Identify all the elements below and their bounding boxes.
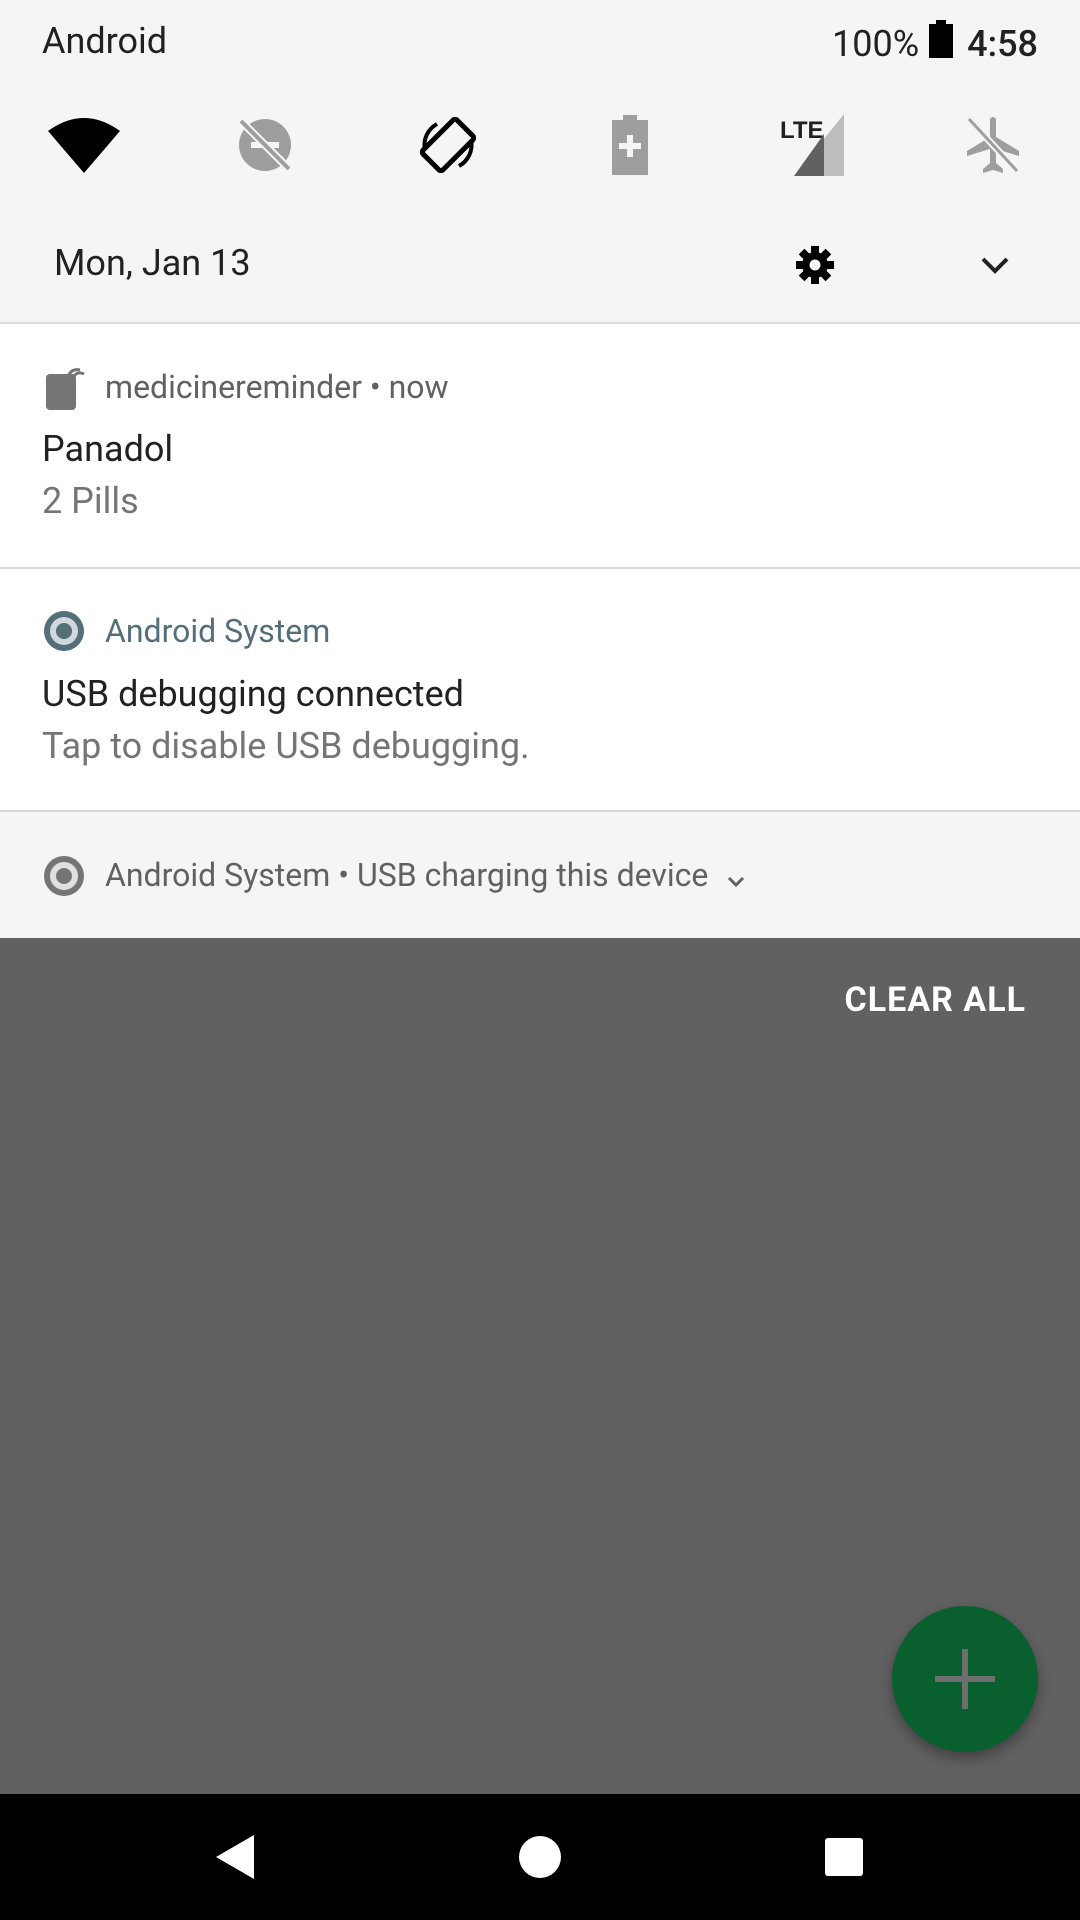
airplane-icon <box>966 116 1020 174</box>
lte-signal-icon: LTE <box>780 114 844 176</box>
overview-button[interactable] <box>814 1827 874 1887</box>
expand-quick-settings-button[interactable] <box>970 240 1020 290</box>
gear-icon <box>796 246 834 284</box>
home-icon <box>519 1836 561 1878</box>
notification-time: now <box>388 368 449 406</box>
header-separator: • <box>338 856 350 894</box>
navigation-bar <box>0 1794 1080 1920</box>
header-separator: • <box>369 368 381 406</box>
quick-settings-tiles: LTE <box>0 105 1080 185</box>
dnd-off-icon <box>238 118 292 172</box>
date-label: Mon, Jan 13 <box>54 242 251 284</box>
plus-icon <box>935 1649 995 1709</box>
back-button[interactable] <box>206 1827 266 1887</box>
status-right: 100% 4:58 <box>832 20 1038 67</box>
settings-button[interactable] <box>790 240 840 290</box>
chevron-down-icon <box>728 876 745 887</box>
notification-app-name: Android System <box>105 856 331 894</box>
notification-header: medicinereminder • now <box>105 368 449 406</box>
chevron-down-icon <box>981 257 1009 274</box>
notification-title: Panadol <box>42 428 174 470</box>
android-system-icon <box>44 611 84 651</box>
clear-all-button[interactable]: CLEAR ALL <box>845 980 1026 1020</box>
auto-rotate-tile[interactable] <box>408 105 488 185</box>
dnd-tile[interactable] <box>225 105 305 185</box>
notification-medicine-reminder[interactable]: medicinereminder • now Panadol 2 Pills <box>0 324 1080 569</box>
clock: 4:58 <box>967 22 1038 65</box>
back-icon <box>216 1835 254 1879</box>
airplane-mode-tile[interactable] <box>953 105 1033 185</box>
android-system-icon <box>44 856 84 896</box>
recents-icon <box>825 1838 863 1876</box>
rotate-icon <box>419 116 477 174</box>
notification-summary: USB charging this device <box>356 856 709 894</box>
battery-icon <box>929 20 954 67</box>
notification-usb-charging[interactable]: Android System • USB charging this devic… <box>0 812 1080 938</box>
lte-label: LTE <box>780 117 824 144</box>
notification-app-name: Android System <box>105 612 331 650</box>
notification-app-name: medicinereminder <box>105 368 362 406</box>
date-row: Mon, Jan 13 <box>0 230 1080 300</box>
notification-title: USB debugging connected <box>42 673 464 715</box>
wifi-icon <box>48 118 120 173</box>
medicine-reminder-app-icon <box>46 368 85 410</box>
expand-notification-button[interactable] <box>726 859 746 897</box>
battery-saver-tile[interactable] <box>590 105 670 185</box>
status-bar: Android 100% 4:58 <box>0 0 1080 88</box>
notification-header: Android System • USB charging this devic… <box>105 856 746 897</box>
notification-text: Tap to disable USB debugging. <box>42 725 530 767</box>
notification-text: 2 Pills <box>42 480 139 522</box>
wifi-tile[interactable] <box>44 105 124 185</box>
mobile-data-tile[interactable]: LTE <box>772 105 852 185</box>
home-button[interactable] <box>510 1827 570 1887</box>
notification-usb-debugging[interactable]: Android System USB debugging connected T… <box>0 569 1080 812</box>
quick-settings-panel: Android 100% 4:58 LTE Mon, Jan 13 <box>0 0 1080 324</box>
add-fab-button[interactable] <box>892 1606 1038 1752</box>
battery-percent: 100% <box>832 22 920 65</box>
carrier-label: Android <box>42 20 168 62</box>
battery-saver-icon <box>612 115 648 175</box>
